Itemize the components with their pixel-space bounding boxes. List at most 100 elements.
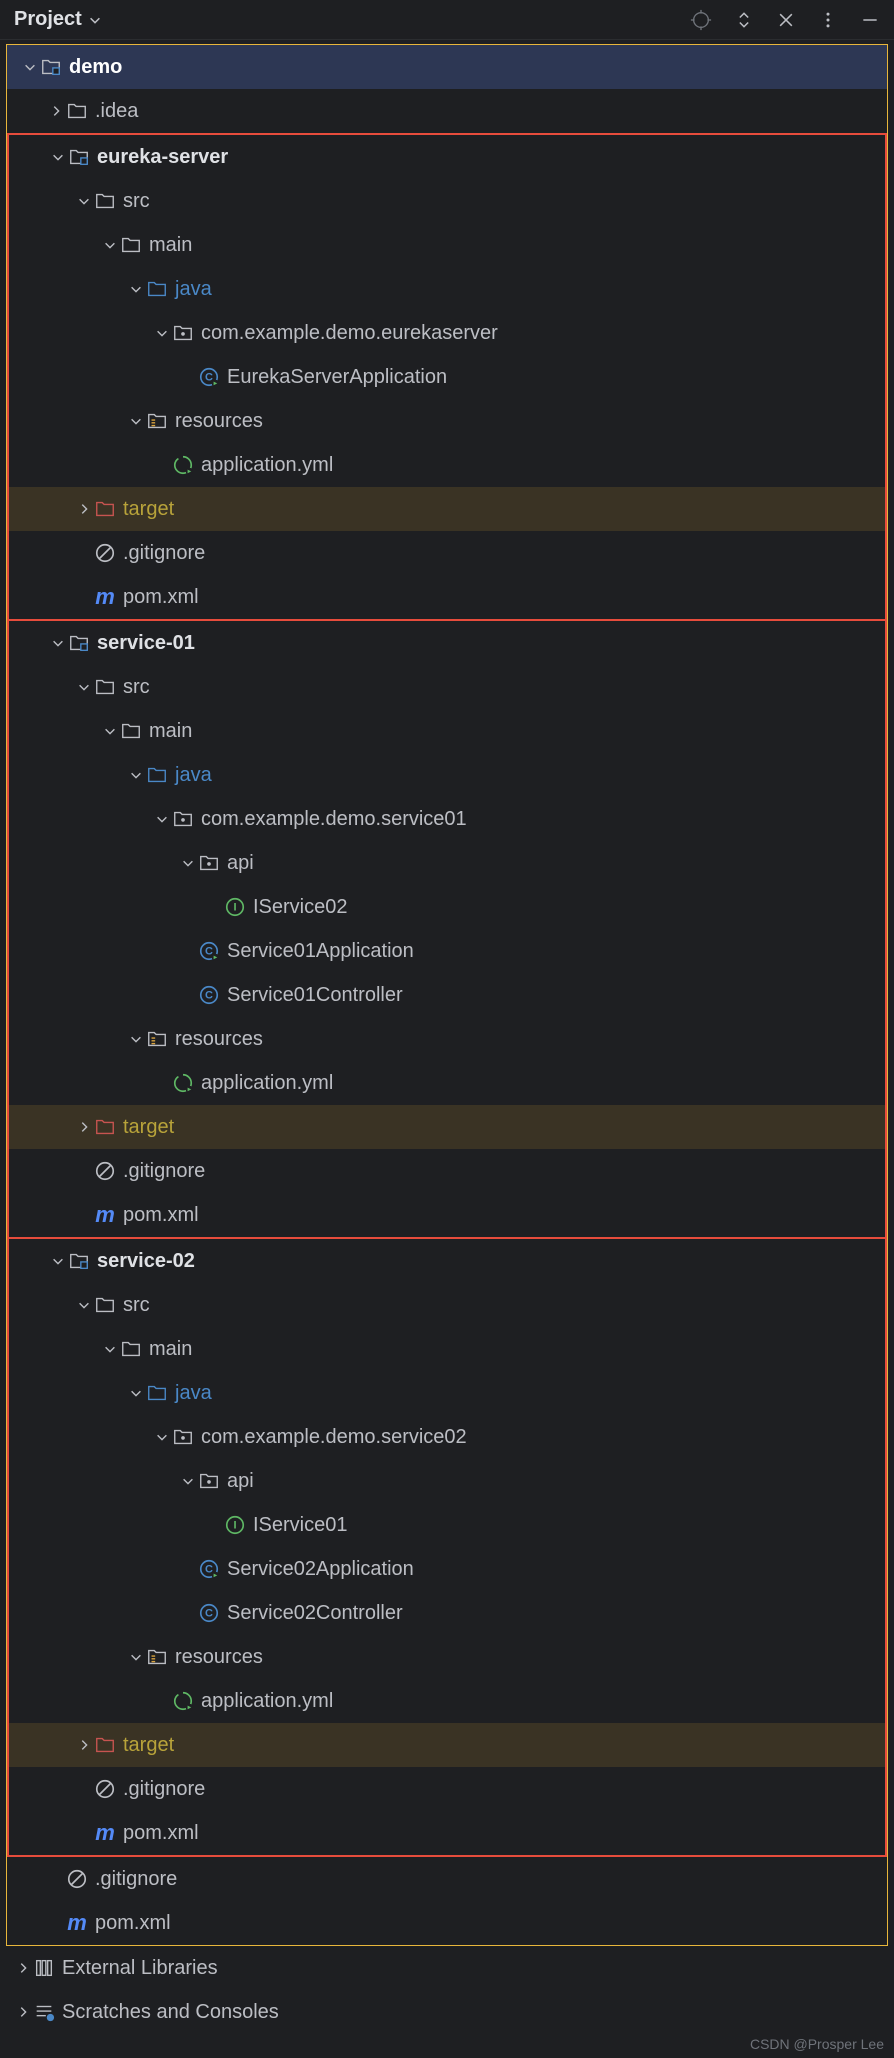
class-label: Service01Controller [227, 984, 403, 1007]
tree-item[interactable]: C Service02Controller [9, 1591, 885, 1635]
tree-item[interactable]: resources [9, 1017, 885, 1061]
maven-icon: m [95, 1820, 115, 1846]
more-icon[interactable] [818, 10, 838, 30]
file-label: pom.xml [123, 1822, 199, 1845]
tree-item[interactable]: java [9, 753, 885, 797]
tree-item[interactable]: com.example.demo.service02 [9, 1415, 885, 1459]
interface-icon: I [224, 896, 246, 918]
tree-item[interactable]: main [9, 709, 885, 753]
project-dropdown[interactable]: Project [14, 8, 102, 31]
folder-icon [66, 100, 88, 122]
tree-item[interactable]: application.yml [9, 1679, 885, 1723]
package-label: com.example.demo.service02 [201, 1426, 467, 1449]
class-icon: C [198, 984, 220, 1006]
module-folder-icon [68, 632, 90, 654]
tree-item[interactable]: src [9, 179, 885, 223]
package-icon [172, 322, 194, 344]
tree-item[interactable]: service-01 [9, 621, 885, 665]
svg-text:C: C [205, 990, 213, 1002]
tree-item[interactable]: main [9, 223, 885, 267]
tree-item[interactable]: java [9, 1371, 885, 1415]
folder-label: main [149, 720, 192, 743]
file-label: .gitignore [123, 542, 205, 565]
folder-label: resources [175, 410, 263, 433]
chevron-down-icon [129, 1032, 143, 1046]
tree-item[interactable]: C Service02Application [9, 1547, 885, 1591]
tree-item[interactable]: m pom.xml [9, 1811, 885, 1855]
chevron-right-icon [49, 104, 63, 118]
tree-item-external-libraries[interactable]: External Libraries [0, 1946, 894, 1990]
tree-item[interactable]: .gitignore [9, 1149, 885, 1193]
package-label: com.example.demo.service01 [201, 808, 467, 831]
tree-item[interactable]: application.yml [9, 443, 885, 487]
tree-item[interactable]: .gitignore [9, 531, 885, 575]
chevron-down-icon [129, 282, 143, 296]
tree-item[interactable]: java [9, 267, 885, 311]
folder-label: src [123, 1294, 150, 1317]
tree-item[interactable]: m pom.xml [9, 1193, 885, 1237]
chevron-right-icon [77, 1738, 91, 1752]
source-folder-icon [146, 278, 168, 300]
tree-item[interactable]: target [9, 487, 885, 531]
tree-item[interactable]: api [9, 841, 885, 885]
svg-text:C: C [205, 372, 213, 384]
chevron-down-icon [155, 812, 169, 826]
tree-item[interactable]: target [9, 1723, 885, 1767]
tree-item[interactable]: com.example.demo.eurekaserver [9, 311, 885, 355]
package-icon [172, 808, 194, 830]
module-folder-icon [40, 56, 62, 78]
tree-item[interactable]: C Service01Application [9, 929, 885, 973]
tree-item[interactable]: .gitignore [7, 1857, 887, 1901]
class-run-icon: C [198, 1558, 220, 1580]
file-label: .gitignore [123, 1778, 205, 1801]
tree-item[interactable]: src [9, 665, 885, 709]
minimize-icon[interactable] [860, 10, 880, 30]
interface-label: IService01 [253, 1514, 348, 1537]
svg-text:C: C [205, 946, 213, 958]
tree-item[interactable]: api [9, 1459, 885, 1503]
tree-root[interactable]: demo [7, 45, 887, 89]
spring-config-icon [172, 1690, 194, 1712]
tree-item[interactable]: I IService01 [9, 1503, 885, 1547]
tree-item[interactable]: src [9, 1283, 885, 1327]
chevron-down-icon [181, 1474, 195, 1488]
package-icon [172, 1426, 194, 1448]
folder-label: resources [175, 1646, 263, 1669]
package-label: api [227, 1470, 254, 1493]
tree-item[interactable]: .gitignore [9, 1767, 885, 1811]
tree-item[interactable]: service-02 [9, 1239, 885, 1283]
spring-config-icon [172, 1072, 194, 1094]
tree-item[interactable]: eureka-server [9, 135, 885, 179]
tree-item[interactable]: resources [9, 1635, 885, 1679]
tree-item[interactable]: C Service01Controller [9, 973, 885, 1017]
tree-item[interactable]: C EurekaServerApplication [9, 355, 885, 399]
expand-collapse-icon[interactable] [734, 10, 754, 30]
folder-label: resources [175, 1028, 263, 1051]
folder-label: .idea [95, 100, 138, 123]
close-icon[interactable] [776, 10, 796, 30]
tree-item[interactable]: m pom.xml [7, 1901, 887, 1945]
folder-icon [120, 1338, 142, 1360]
tree-item[interactable]: application.yml [9, 1061, 885, 1105]
tree-item[interactable]: .idea [7, 89, 887, 133]
target-icon[interactable] [690, 9, 712, 31]
gitignore-icon [94, 1160, 116, 1182]
tree-item[interactable]: com.example.demo.service01 [9, 797, 885, 841]
chevron-down-icon [51, 150, 65, 164]
tree-item[interactable]: main [9, 1327, 885, 1371]
svg-text:C: C [205, 1564, 213, 1576]
tree-item[interactable]: resources [9, 399, 885, 443]
folder-icon [94, 190, 116, 212]
tree-item[interactable]: m pom.xml [9, 575, 885, 619]
chevron-down-icon [155, 1430, 169, 1444]
chevron-right-icon [77, 502, 91, 516]
tree-item[interactable]: target [9, 1105, 885, 1149]
package-label: api [227, 852, 254, 875]
maven-icon: m [67, 1910, 87, 1936]
resources-folder-icon [146, 410, 168, 432]
module-box: service-02 src main java com.example.dem… [7, 1239, 887, 1857]
class-label: Service02Application [227, 1558, 414, 1581]
tree-item[interactable]: I IService02 [9, 885, 885, 929]
tree-item-scratches[interactable]: Scratches and Consoles [0, 1990, 894, 2034]
chevron-down-icon [103, 1342, 117, 1356]
